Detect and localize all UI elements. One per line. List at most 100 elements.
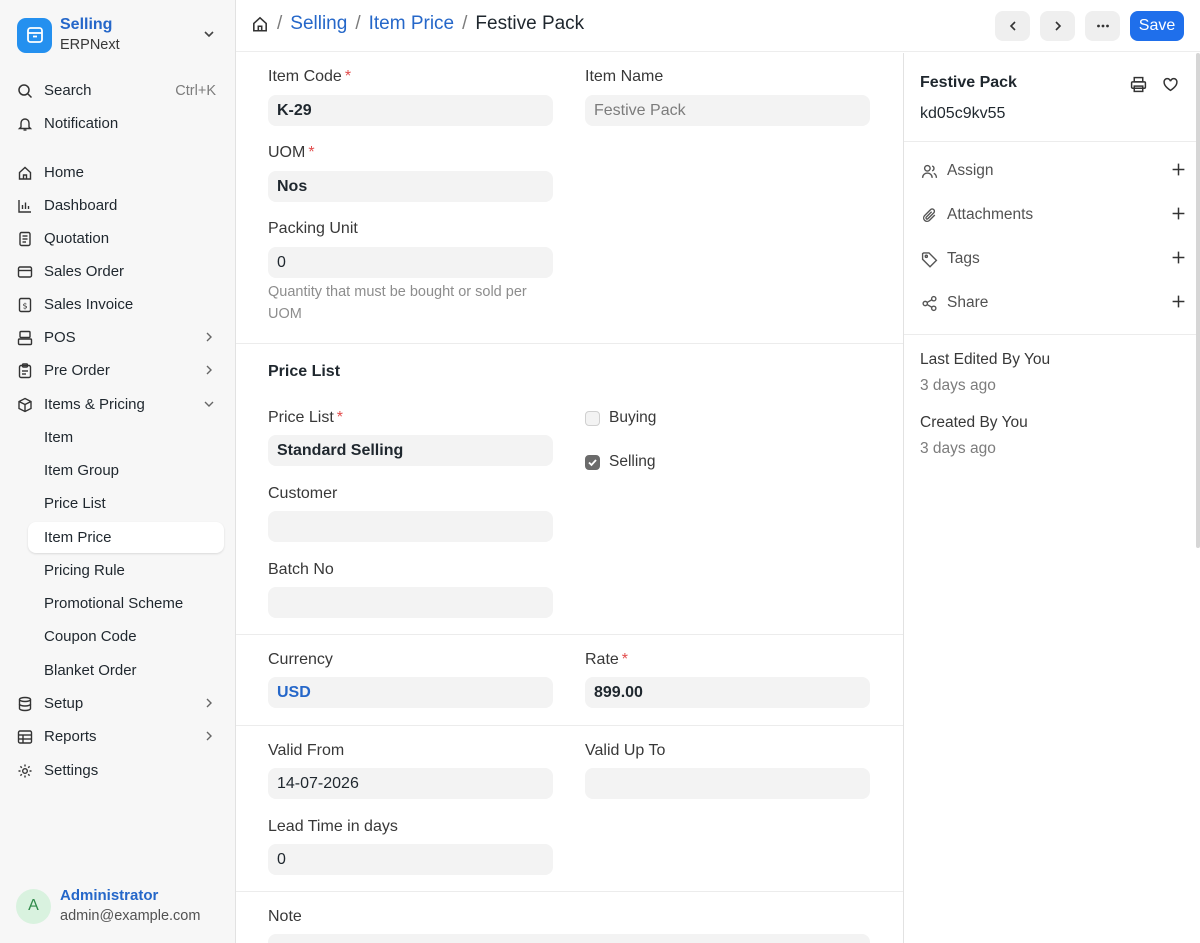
plus-icon[interactable] xyxy=(1171,162,1186,182)
buying-checkbox[interactable]: Buying xyxy=(585,409,656,427)
section-divider xyxy=(236,891,903,892)
sidebar-child-item-group[interactable]: Item Group xyxy=(28,455,224,486)
item-name-field[interactable]: Festive Pack xyxy=(585,95,870,126)
user-menu[interactable]: A Administrator admin@example.com xyxy=(16,886,200,926)
paperclip-icon xyxy=(920,206,938,224)
sidebar-child-label: Blanket Order xyxy=(44,662,137,679)
sidebar-child-item-price[interactable]: Item Price xyxy=(28,522,224,553)
valid-from-field[interactable]: 14-07-2026 xyxy=(268,768,553,799)
sidebar-item-items-pricing[interactable]: Items & Pricing xyxy=(10,389,224,420)
sidebar-item-label: Dashboard xyxy=(44,197,118,214)
sidebar-child-coupon-code[interactable]: Coupon Code xyxy=(28,621,224,652)
sidebar-item-sales-invoice[interactable]: $ Sales Invoice xyxy=(10,289,224,320)
item-name-label: Item Name xyxy=(585,68,664,85)
price-list-section-title: Price List xyxy=(268,363,341,380)
plus-icon[interactable] xyxy=(1171,294,1186,314)
note-field[interactable] xyxy=(268,934,870,943)
valid-from-label: Valid From xyxy=(268,742,345,759)
sidebar-child-label: Pricing Rule xyxy=(44,562,125,579)
search-button[interactable]: Search Ctrl+K xyxy=(10,75,224,106)
heart-icon[interactable] xyxy=(1160,74,1180,94)
note-label: Note xyxy=(268,908,302,925)
notification-button[interactable]: Notification xyxy=(10,108,224,139)
sidebar-item-quotation[interactable]: Quotation xyxy=(10,223,224,254)
sidebar-item-dashboard[interactable]: Dashboard xyxy=(10,190,224,221)
lead-time-field[interactable]: 0 xyxy=(268,844,553,875)
attachments-action[interactable]: Attachments xyxy=(920,203,1186,227)
sidebar-child-label: Item Group xyxy=(44,462,120,479)
sidebar-item-setup[interactable]: Setup xyxy=(10,688,224,719)
search-icon xyxy=(16,82,34,100)
database-icon xyxy=(16,695,34,713)
last-edited-time: 3 days ago xyxy=(920,377,996,394)
tag-icon xyxy=(920,250,938,268)
breadcrumb-doctype[interactable]: Item Price xyxy=(369,13,455,35)
item-code-field[interactable]: K-29 xyxy=(268,95,553,126)
sidebar-child-promotional-scheme[interactable]: Promotional Scheme xyxy=(28,588,224,619)
checkbox-checked-icon xyxy=(585,454,600,470)
invoice-icon: $ xyxy=(16,296,34,314)
sidebar-child-price-list[interactable]: Price List xyxy=(28,488,224,519)
share-action[interactable]: Share xyxy=(920,291,1186,315)
sidebar-child-pricing-rule[interactable]: Pricing Rule xyxy=(28,555,224,586)
credit-card-icon xyxy=(16,263,34,281)
assign-action[interactable]: Assign xyxy=(920,159,1186,183)
sidebar-item-settings[interactable]: Settings xyxy=(10,755,224,786)
tags-action[interactable]: Tags xyxy=(920,247,1186,271)
scrollbar[interactable] xyxy=(1196,53,1200,548)
more-actions-button[interactable] xyxy=(1085,11,1120,41)
sidebar-item-reports[interactable]: Reports xyxy=(10,721,224,752)
valid-upto-field[interactable] xyxy=(585,768,870,799)
item-code-label: Item Code * xyxy=(268,68,352,85)
user-icon xyxy=(920,162,938,180)
sidebar-item-label: Quotation xyxy=(44,230,110,247)
sidebar-item-label: Sales Invoice xyxy=(44,296,134,313)
customer-field[interactable] xyxy=(268,511,553,542)
app-switcher[interactable]: Selling ERPNext xyxy=(14,12,222,58)
panel-divider xyxy=(904,334,1196,335)
tags-label: Tags xyxy=(947,250,980,267)
price-list-field[interactable]: Standard Selling xyxy=(268,435,553,466)
breadcrumb-module[interactable]: Selling xyxy=(290,13,347,35)
sidebar-item-pos[interactable]: POS xyxy=(10,322,224,353)
rate-field[interactable]: 899.00 xyxy=(585,677,870,708)
sidebar-item-sales-order[interactable]: Sales Order xyxy=(10,256,224,287)
sidebar-child-item[interactable]: Item xyxy=(28,422,224,453)
sidebar-child-label: Coupon Code xyxy=(44,628,137,645)
avatar: A xyxy=(16,888,51,924)
buying-label: Buying xyxy=(609,409,657,426)
share-icon xyxy=(920,294,938,312)
sidebar-item-pre-order[interactable]: Pre Order xyxy=(10,355,224,386)
created-time: 3 days ago xyxy=(920,440,996,457)
sidebar-item-label: Pre Order xyxy=(44,362,110,379)
save-button[interactable]: Save xyxy=(1130,11,1184,41)
plus-icon[interactable] xyxy=(1171,206,1186,226)
home-icon xyxy=(16,164,34,182)
packing-unit-field[interactable]: 0 xyxy=(268,247,553,278)
created-text: Created By You xyxy=(920,414,1028,431)
app-title: Selling xyxy=(60,16,113,33)
home-icon[interactable] xyxy=(251,15,269,33)
chevron-left-icon xyxy=(1009,21,1016,31)
user-email: admin@example.com xyxy=(60,908,201,924)
next-doc-button[interactable] xyxy=(1040,11,1075,41)
sidebar-item-label: Settings xyxy=(44,762,99,779)
uom-field[interactable]: Nos xyxy=(268,171,553,202)
batch-no-field[interactable] xyxy=(268,587,553,618)
print-icon[interactable] xyxy=(1128,74,1148,94)
selling-checkbox[interactable]: Selling xyxy=(585,453,656,471)
document-id: kd05c9kv55 xyxy=(920,105,1006,122)
last-edited-text: Last Edited By You xyxy=(920,351,1051,368)
currency-field[interactable]: USD xyxy=(268,677,553,708)
page-title: Festive Pack xyxy=(475,13,585,34)
plus-icon[interactable] xyxy=(1171,250,1186,270)
sidebar-child-blanket-order[interactable]: Blanket Order xyxy=(28,655,224,686)
sidebar-item-label: Home xyxy=(44,164,85,181)
document-side-panel: Festive Pack kd05c9kv55 Assign Attachmen… xyxy=(903,53,1200,943)
bar-chart-icon xyxy=(16,197,34,215)
search-shortcut: Ctrl+K xyxy=(175,82,216,99)
sidebar-item-home[interactable]: Home xyxy=(10,157,224,188)
previous-doc-button[interactable] xyxy=(995,11,1030,41)
section-divider xyxy=(236,634,903,635)
rate-label: Rate * xyxy=(585,651,629,668)
